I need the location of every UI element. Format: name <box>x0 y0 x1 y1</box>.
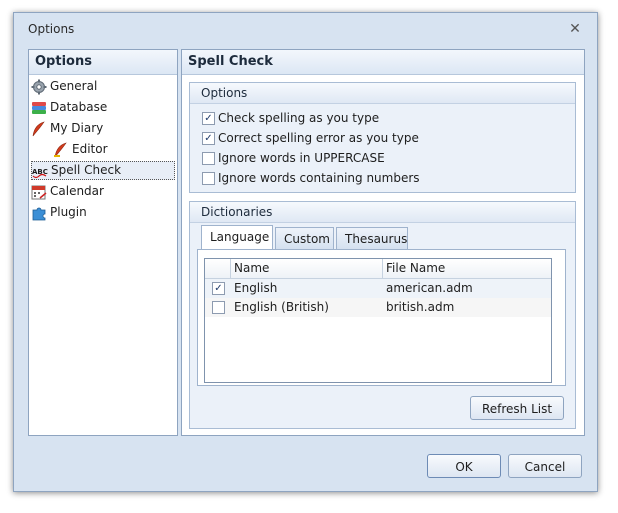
row-file-name: american.adm <box>386 281 473 295</box>
checkbox[interactable]: ✓ <box>202 112 215 125</box>
tab-language[interactable]: Language <box>201 225 273 249</box>
feather-icon <box>31 121 47 137</box>
checkbox-label: Ignore words containing numbers <box>218 171 420 185</box>
checkbox[interactable] <box>202 172 215 185</box>
options-dialog: Options ✕ Options General Database My Di… <box>13 12 598 492</box>
table-row[interactable]: English (British) british.adm <box>205 298 551 317</box>
table-row[interactable]: ✓ English american.adm <box>205 279 551 298</box>
dialog-footer: OK Cancel <box>14 441 597 491</box>
cancel-button[interactable]: Cancel <box>508 454 582 478</box>
checkbox-label: Correct spelling error as you type <box>218 131 419 145</box>
sidebar-item-label: Spell Check <box>51 163 122 177</box>
options-group: Options ✓ Check spelling as you type ✓ C… <box>189 82 576 193</box>
window-title: Options <box>28 22 75 36</box>
dictionary-list[interactable]: Name File Name ✓ English american.adm En… <box>204 258 552 383</box>
abc-icon: ABC <box>32 164 48 180</box>
row-name: English <box>234 281 278 295</box>
gear-icon <box>31 79 47 95</box>
puzzle-icon <box>31 205 47 221</box>
checkbox[interactable] <box>202 152 215 165</box>
tab-custom[interactable]: Custom <box>275 227 334 249</box>
feather-icon <box>53 142 69 158</box>
column-header-file-name[interactable]: File Name <box>383 259 551 278</box>
sidebar-item-label: My Diary <box>50 121 104 135</box>
sidebar-item-label: Database <box>50 100 108 114</box>
list-header: Name File Name <box>205 259 551 279</box>
database-icon <box>31 100 47 116</box>
tab-strip: Language Custom Thesaurus <box>201 225 571 249</box>
row-name: English (British) <box>234 300 329 314</box>
refresh-list-button[interactable]: Refresh List <box>470 396 564 420</box>
dictionaries-group: Dictionaries Language Custom Thesaurus N… <box>189 201 576 429</box>
options-sidebar: Options General Database My Diary Editor <box>28 49 178 436</box>
spell-check-panel: Spell Check Options ✓ Check spelling as … <box>181 49 585 436</box>
checkbox-label: Check spelling as you type <box>218 111 380 125</box>
title-bar: Options ✕ <box>14 13 597 45</box>
sidebar-title: Options <box>29 50 177 75</box>
calendar-icon <box>31 184 47 200</box>
column-header-name[interactable]: Name <box>231 259 383 278</box>
options-group-title: Options <box>190 83 575 104</box>
row-file-name: british.adm <box>386 300 455 314</box>
row-checkbox[interactable]: ✓ <box>212 282 225 295</box>
sidebar-item-label: Editor <box>72 142 108 156</box>
checkbox-label: Ignore words in UPPERCASE <box>218 151 385 165</box>
sidebar-item-editor[interactable]: Editor <box>53 140 173 159</box>
row-checkbox[interactable] <box>212 301 225 314</box>
sidebar-item-label: General <box>50 79 98 93</box>
checkbox-column-header <box>205 259 231 278</box>
sidebar-item-label: Calendar <box>50 184 104 198</box>
sidebar-item-calendar[interactable]: Calendar <box>31 182 173 201</box>
language-tab-panel: Name File Name ✓ English american.adm En… <box>197 249 566 386</box>
sidebar-item-general[interactable]: General <box>31 77 173 96</box>
sidebar-item-spell-check[interactable]: ABC Spell Check <box>31 161 175 180</box>
dictionaries-group-title: Dictionaries <box>190 202 575 223</box>
ok-button[interactable]: OK <box>427 454 501 478</box>
close-icon[interactable]: ✕ <box>566 20 584 38</box>
sidebar-item-plugin[interactable]: Plugin <box>31 203 173 222</box>
tab-thesaurus[interactable]: Thesaurus <box>336 227 408 249</box>
sidebar-item-database[interactable]: Database <box>31 98 173 117</box>
sidebar-item-my-diary[interactable]: My Diary <box>31 119 173 138</box>
page-title: Spell Check <box>182 50 584 75</box>
checkbox[interactable]: ✓ <box>202 132 215 145</box>
sidebar-item-label: Plugin <box>50 205 87 219</box>
